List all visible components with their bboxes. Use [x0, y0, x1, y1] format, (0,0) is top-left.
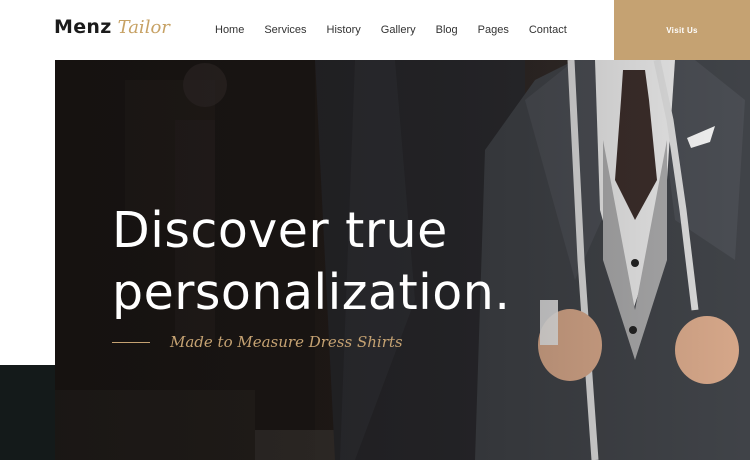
decorative-dark-block [0, 365, 55, 460]
logo-wordmark: Menz [54, 16, 112, 38]
hero-section: Discover true personalization. Made to M… [55, 60, 750, 460]
main-nav: Home Services History Gallery Blog Pages… [205, 0, 577, 60]
headline-line-2: personalization. [112, 264, 511, 321]
logo-script: Tailor [117, 17, 170, 38]
nav-history[interactable]: History [327, 24, 361, 36]
headline-line-1: Discover true [112, 202, 448, 259]
nav-blog[interactable]: Blog [436, 24, 458, 36]
nav-gallery[interactable]: Gallery [381, 24, 416, 36]
site-header: Menz Tailor Home Services History Galler… [0, 0, 750, 60]
subheading-text: Made to Measure Dress Shirts [170, 333, 403, 351]
nav-services[interactable]: Services [264, 24, 306, 36]
hero-headline: Discover true personalization. [112, 200, 510, 324]
nav-home[interactable]: Home [215, 24, 244, 36]
subheading-divider [112, 341, 150, 343]
nav-pages[interactable]: Pages [478, 24, 509, 36]
nav-contact[interactable]: Contact [529, 24, 567, 36]
visit-us-button[interactable]: Visit Us [614, 0, 750, 60]
logo[interactable]: Menz Tailor [54, 16, 170, 44]
hero-subheading: Made to Measure Dress Shirts [112, 333, 403, 351]
